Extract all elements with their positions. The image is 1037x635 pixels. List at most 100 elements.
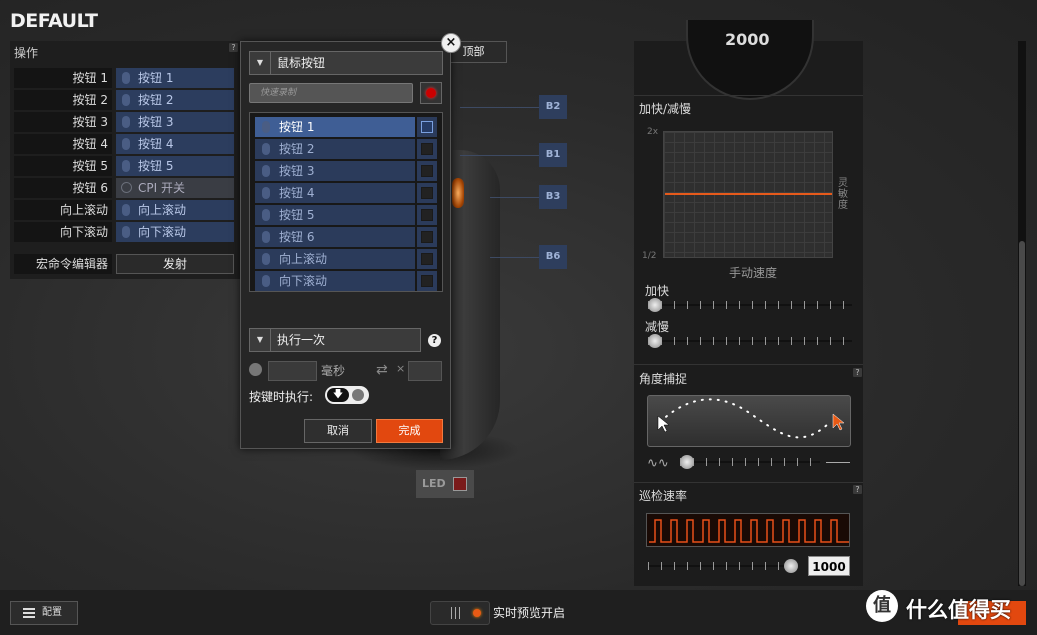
done-button[interactable]: 完成: [376, 419, 443, 443]
config-button-label: 配置: [42, 607, 62, 618]
mouse-icon: [122, 160, 130, 172]
action-button-name: 按钮 4: [14, 134, 112, 154]
polling-rate-slider[interactable]: [648, 559, 798, 573]
button-list-item[interactable]: 向下滚动: [255, 271, 415, 291]
button-list-item[interactable]: 向上滚动: [255, 249, 415, 269]
category-dropdown[interactable]: ▼ 鼠标按钮: [249, 51, 443, 75]
polling-help-icon[interactable]: ?: [853, 485, 862, 494]
cancel-button[interactable]: 取消: [304, 419, 372, 443]
action-row[interactable]: 向下滚动 向下滚动: [14, 222, 234, 242]
cpi-icon: [121, 182, 132, 193]
led-color-swatch[interactable]: [453, 477, 467, 491]
actions-help-icon[interactable]: ?: [229, 43, 238, 52]
live-preview-toggle[interactable]: [430, 601, 490, 625]
action-assignment-label: CPI 开关: [138, 181, 185, 195]
angle-snap-preview: [647, 395, 851, 447]
button-list-label: 按钮 3: [279, 164, 315, 178]
action-assignment[interactable]: 向下滚动: [116, 222, 234, 242]
callout-b1[interactable]: B1: [539, 143, 567, 167]
button-list-checkbox[interactable]: [417, 205, 437, 225]
quick-record-field[interactable]: 快速录制: [249, 83, 413, 103]
action-row[interactable]: 按钮 3 按钮 3: [14, 112, 234, 132]
button-list-item[interactable]: 按钮 6: [255, 227, 415, 247]
on-press-label: 按键时执行:: [249, 390, 314, 404]
action-assignment[interactable]: 向上滚动: [116, 200, 234, 220]
decel-slider-label: 减慢: [645, 320, 670, 334]
button-list-checkbox[interactable]: [417, 227, 437, 247]
action-assignment[interactable]: 按钮 1: [116, 68, 234, 88]
angle-snap-curve: [657, 398, 845, 439]
list-icon: [23, 608, 35, 618]
action-button-name: 按钮 5: [14, 156, 112, 176]
angle-help-icon[interactable]: ?: [853, 368, 862, 377]
action-button-name: 按钮 1: [14, 68, 112, 88]
close-icon[interactable]: ×: [441, 33, 461, 53]
record-icon: [426, 88, 436, 98]
callout-line-b2: [460, 107, 539, 108]
button-list-checkbox[interactable]: [417, 139, 437, 159]
button-list-item[interactable]: 按钮 5: [255, 205, 415, 225]
category-dropdown-label: 鼠标按钮: [277, 56, 326, 70]
decel-slider-knob[interactable]: [648, 334, 662, 348]
accel-slider[interactable]: [648, 298, 852, 312]
action-row[interactable]: 按钮 2 按钮 2: [14, 90, 234, 110]
action-row[interactable]: 按钮 1 按钮 1: [14, 68, 234, 88]
angle-snap-slider[interactable]: [680, 455, 820, 469]
delay-input[interactable]: [268, 361, 317, 381]
fire-button[interactable]: 发射: [116, 254, 234, 274]
action-assignment[interactable]: CPI 开关: [116, 178, 234, 198]
macro-editor-row: 宏命令编辑器 发射: [14, 254, 234, 274]
callout-line-b6: [490, 257, 539, 258]
polling-rate-value[interactable]: 1000: [808, 556, 850, 576]
record-button[interactable]: [420, 82, 442, 104]
action-row[interactable]: 按钮 4 按钮 4: [14, 134, 234, 154]
mouse-icon: [262, 275, 270, 287]
config-button[interactable]: 配置: [10, 601, 78, 625]
graph-x-label: 手动速度: [729, 266, 778, 280]
watermark-text: 什么值得买: [906, 598, 1011, 622]
action-assignment-label: 按钮 1: [138, 71, 174, 85]
button-list-checkbox[interactable]: [417, 271, 437, 291]
action-assignment[interactable]: 按钮 5: [116, 156, 234, 176]
action-row[interactable]: 按钮 6 CPI 开关: [14, 178, 234, 198]
action-assignment-label: 按钮 2: [138, 93, 174, 107]
execute-mode-dropdown[interactable]: ▼ 执行一次: [249, 328, 421, 352]
polling-slider-knob[interactable]: [784, 559, 798, 573]
button-list-item[interactable]: 按钮 1: [255, 117, 415, 137]
help-icon[interactable]: ?: [428, 334, 441, 347]
accel-title: 加快/减慢: [639, 102, 692, 116]
led-control[interactable]: LED: [416, 470, 474, 498]
button-list-item[interactable]: 按钮 4: [255, 183, 415, 203]
live-preview-label: 实时预览开启: [493, 606, 566, 620]
action-row[interactable]: 按钮 5 按钮 5: [14, 156, 234, 176]
dropdown-arrow-icon: ▼: [250, 52, 271, 74]
action-assignment[interactable]: 按钮 4: [116, 134, 234, 154]
button-list-checkbox[interactable]: [417, 183, 437, 203]
line-icon: [826, 462, 850, 463]
times-symbol: ×: [396, 362, 406, 375]
button-list-checkbox[interactable]: [417, 249, 437, 269]
button-list-checkbox[interactable]: [417, 117, 437, 137]
callout-b2[interactable]: B2: [539, 95, 567, 119]
angle-slider-knob[interactable]: [680, 455, 694, 469]
decel-slider[interactable]: [648, 334, 852, 348]
action-assignment[interactable]: 按钮 2: [116, 90, 234, 110]
repeat-icon: ⇄: [376, 362, 388, 378]
callout-line-b1: [460, 155, 539, 156]
button-list-item[interactable]: 按钮 3: [255, 161, 415, 181]
button-list-item[interactable]: 按钮 2: [255, 139, 415, 159]
callout-b3[interactable]: B3: [539, 185, 567, 209]
action-row[interactable]: 向上滚动 向上滚动: [14, 200, 234, 220]
polling-rate-preview: [646, 513, 850, 547]
button-list-checkbox[interactable]: [417, 161, 437, 181]
settings-panel: [634, 41, 863, 586]
mouse-icon: [262, 121, 270, 133]
accel-slider-knob[interactable]: [648, 298, 662, 312]
repeat-count-input[interactable]: [408, 361, 442, 381]
callout-b6[interactable]: B6: [539, 245, 567, 269]
section-divider: [634, 364, 863, 365]
button-list-label: 按钮 4: [279, 186, 315, 200]
on-press-toggle[interactable]: 🡇: [325, 386, 369, 404]
scrollbar-thumb[interactable]: [1019, 241, 1025, 586]
action-assignment[interactable]: 按钮 3: [116, 112, 234, 132]
